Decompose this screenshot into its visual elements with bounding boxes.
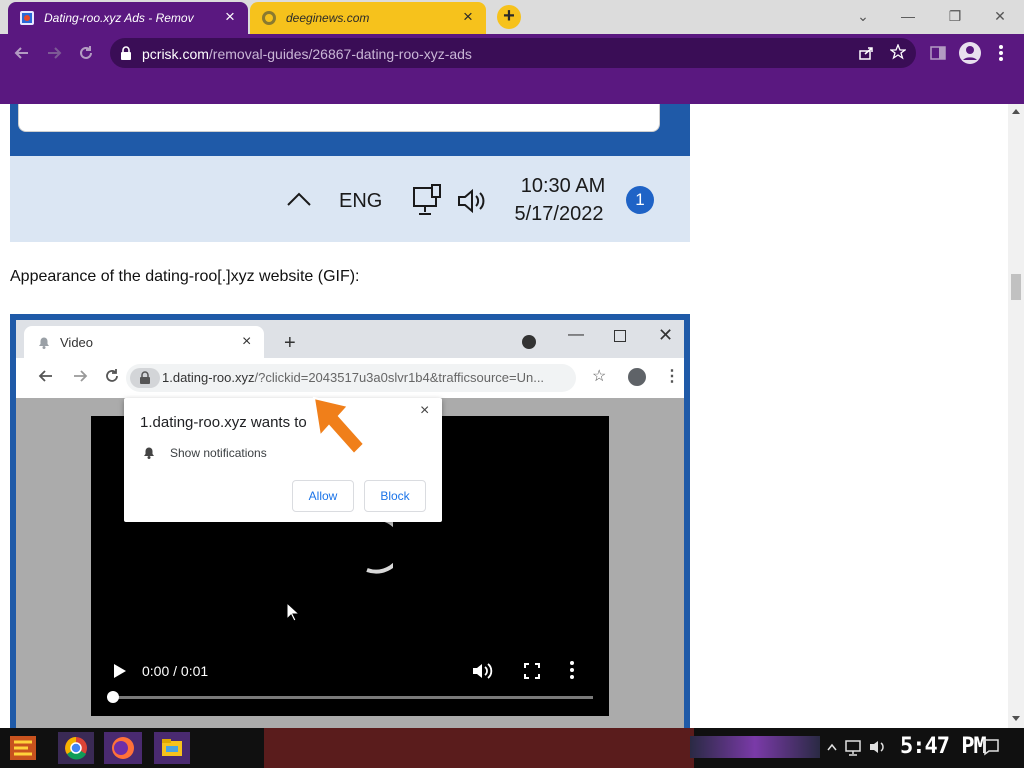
lock-icon[interactable] (120, 46, 132, 60)
volume-icon (471, 662, 493, 680)
forward-icon[interactable] (44, 43, 64, 63)
reload-icon[interactable] (76, 43, 96, 63)
clock-time: 10:30 AM (520, 175, 606, 197)
article-content: ENG 10:30 AM 5/17/2022 1 Appearance of t… (0, 104, 1008, 728)
notification-count-badge: 1 (626, 186, 654, 214)
gif-star-icon: ☆ (592, 368, 607, 385)
popup-close-icon: × (420, 402, 430, 419)
taskbar-wallpaper-segment (264, 728, 694, 768)
url-text: pcrisk.com/removal-guides/26867-dating-r… (142, 46, 472, 62)
fullscreen-icon (523, 662, 541, 680)
restore-button[interactable]: ❐ (945, 6, 965, 26)
back-icon[interactable] (12, 43, 32, 63)
address-bar[interactable]: pcrisk.com/removal-guides/26867-dating-r… (110, 38, 916, 68)
video-progress-bar (113, 696, 593, 699)
chrome-taskbar-icon[interactable] (58, 732, 94, 764)
bell-favicon-icon (36, 334, 52, 350)
gif-tab-search-icon (522, 335, 536, 349)
gif-url-text: 1.dating-roo.xyz/?clickid=2043517u3a0slv… (162, 370, 544, 385)
action-center-icon[interactable] (982, 738, 1000, 756)
gif-caption: Appearance of the dating-roo[.]xyz websi… (10, 268, 360, 285)
firefox-taskbar-icon[interactable] (104, 732, 142, 764)
tab-deeginews[interactable]: deeginews.com × (250, 2, 486, 34)
start-button[interactable] (6, 732, 40, 764)
taskbar-clock[interactable]: 5:47 PM (900, 734, 987, 759)
gif-tab-strip: Video × + — ✕ (16, 320, 684, 358)
tab-title: Dating-roo.xyz Ads - Remov (44, 11, 194, 25)
url-path: /removal-guides/26867-dating-roo-xyz-ads (208, 46, 472, 62)
tab-close-icon[interactable]: × (460, 8, 476, 26)
gif-toolbar: 1.dating-roo.xyz/?clickid=2043517u3a0slv… (16, 358, 684, 398)
taskbar-notification-screenshot: ENG 10:30 AM 5/17/2022 1 (10, 104, 690, 242)
mouse-cursor-icon (286, 602, 300, 622)
tab-dating-roo-ads[interactable]: Dating-roo.xyz Ads - Remov × (8, 2, 248, 34)
gif-tab-title: Video (60, 335, 94, 350)
gif-minimize-icon: — (568, 326, 584, 343)
pcrisk-favicon-icon (19, 10, 35, 26)
gif-reload-icon (104, 368, 120, 384)
os-taskbar: 5:47 PM (0, 728, 1024, 768)
gif-maximize-icon (614, 330, 626, 342)
gif-profile-icon (628, 368, 646, 386)
gif-lock-icon (130, 368, 160, 388)
gif-new-tab-icon: + (284, 332, 296, 354)
scrollbar-thumb[interactable] (1011, 274, 1021, 300)
orange-pointer-arrow-icon (308, 394, 370, 460)
clock-date: 5/17/2022 (514, 203, 604, 225)
popup-title: 1.dating-roo.xyz wants to (140, 414, 307, 431)
system-tray[interactable] (826, 738, 890, 756)
kebab-menu-icon[interactable] (998, 44, 1004, 62)
bell-icon (142, 444, 156, 460)
video-more-icon (569, 660, 575, 680)
gif-address-bar: 1.dating-roo.xyz/?clickid=2043517u3a0slv… (126, 364, 576, 392)
speaker-icon (456, 188, 488, 214)
page-header-band (0, 72, 1024, 104)
video-time: 0:00 / 0:01 (142, 663, 209, 679)
share-icon[interactable] (858, 45, 874, 61)
gif-tab-video: Video × (24, 326, 264, 358)
permission-text: Show notifications (170, 446, 267, 460)
new-tab-button[interactable]: + (497, 5, 521, 29)
url-host: pcrisk.com (142, 46, 209, 62)
block-button: Block (364, 480, 426, 512)
bookmark-star-icon[interactable] (890, 44, 906, 60)
screenshot-card (18, 104, 660, 132)
page-scrollbar[interactable] (1008, 104, 1024, 728)
gif-close-icon: ✕ (658, 325, 674, 345)
browser-toolbar: pcrisk.com/removal-guides/26867-dating-r… (0, 34, 1024, 72)
play-icon (111, 662, 127, 680)
loading-spinner-icon (343, 516, 393, 576)
tab-search-icon[interactable]: ⌄ (853, 6, 873, 26)
close-window-button[interactable]: ✕ (990, 6, 1010, 26)
gif-url-query: /?clickid=2043517u3a0slvr1b4&trafficsour… (254, 370, 545, 385)
gif-menu-icon: ⋮ (664, 368, 680, 385)
scroll-up-icon[interactable] (1012, 108, 1020, 114)
chevron-up-icon (286, 190, 312, 208)
file-explorer-taskbar-icon[interactable] (154, 732, 190, 764)
side-panel-icon[interactable] (930, 45, 946, 61)
globe-icon (261, 10, 277, 26)
notification-permission-popup: 1.dating-roo.xyz wants to × Show notific… (124, 398, 442, 522)
tab-close-icon[interactable]: × (222, 8, 238, 26)
language-indicator: ENG (339, 190, 383, 212)
video-progress-knob (107, 691, 119, 703)
scroll-down-icon[interactable] (1012, 716, 1020, 722)
gif-url-host: 1.dating-roo.xyz (162, 370, 255, 385)
tab-strip: Dating-roo.xyz Ads - Remov × deeginews.c… (0, 0, 1024, 34)
dating-roo-website-gif: Video × + — ✕ 1.dating-roo.xyz/?clickid=… (10, 314, 690, 728)
gif-back-icon (38, 368, 54, 384)
minimize-button[interactable]: — (898, 6, 918, 26)
allow-button: Allow (292, 480, 354, 512)
tab-title: deeginews.com (286, 11, 370, 25)
network-icon (412, 184, 442, 218)
gif-forward-icon (72, 368, 88, 384)
gif-tab-close-icon: × (242, 333, 252, 350)
taskbar-decoration (690, 736, 820, 758)
profile-avatar[interactable] (959, 42, 981, 64)
